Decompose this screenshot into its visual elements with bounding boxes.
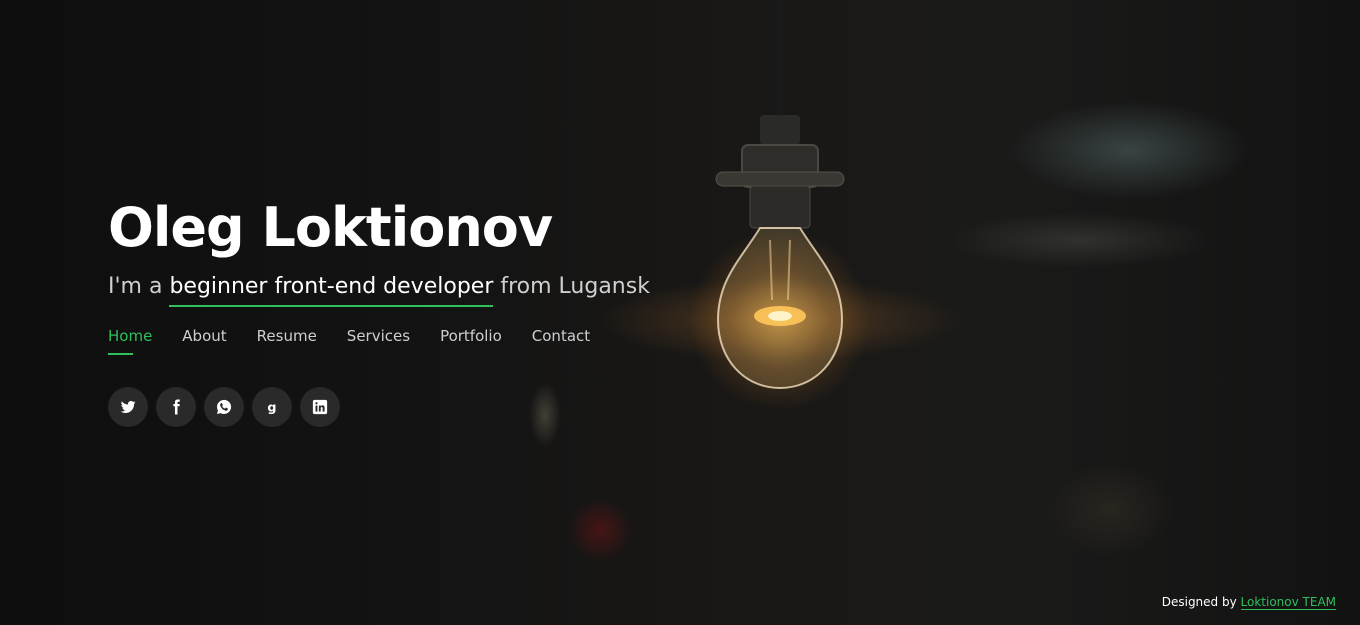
- tagline-prefix: I'm a: [108, 274, 170, 299]
- nav-resume[interactable]: Resume: [257, 327, 317, 355]
- hero-name: Oleg Loktionov: [108, 196, 553, 259]
- nav-about[interactable]: About: [182, 327, 226, 355]
- hero-section: Oleg Loktionov I'm a beginner front-end …: [0, 0, 1360, 625]
- linkedin-icon: [312, 399, 328, 415]
- svg-text:g: g: [267, 401, 276, 416]
- tagline-typed-text: beginner front-end developer: [169, 274, 494, 307]
- hero-content: Oleg Loktionov I'm a beginner front-end …: [108, 196, 650, 427]
- hero-tagline: I'm a beginner front-end developer from …: [108, 274, 650, 307]
- footer-prefix: Designed by: [1161, 595, 1241, 609]
- twitter-button[interactable]: [108, 387, 148, 427]
- tagline-suffix: from Lugansk: [493, 274, 650, 299]
- whatsapp-button[interactable]: [204, 387, 244, 427]
- nav-home[interactable]: Home: [108, 327, 152, 355]
- google-button[interactable]: g: [252, 387, 292, 427]
- google-icon: g: [267, 401, 276, 416]
- nav-services[interactable]: Services: [347, 327, 410, 355]
- twitter-icon: [120, 401, 136, 413]
- whatsapp-icon: [216, 399, 232, 414]
- facebook-icon: [173, 399, 180, 415]
- footer-team-link[interactable]: Loktionov TEAM: [1240, 595, 1336, 610]
- light-bulb-image: [715, 0, 845, 390]
- social-links: g: [108, 387, 650, 427]
- nav-contact[interactable]: Contact: [532, 327, 590, 355]
- footer-credit: Designed by Loktionov TEAM: [1161, 595, 1336, 610]
- linkedin-button[interactable]: [300, 387, 340, 427]
- facebook-button[interactable]: [156, 387, 196, 427]
- main-nav: Home About Resume Services Portfolio Con…: [108, 327, 650, 355]
- nav-portfolio[interactable]: Portfolio: [440, 327, 502, 355]
